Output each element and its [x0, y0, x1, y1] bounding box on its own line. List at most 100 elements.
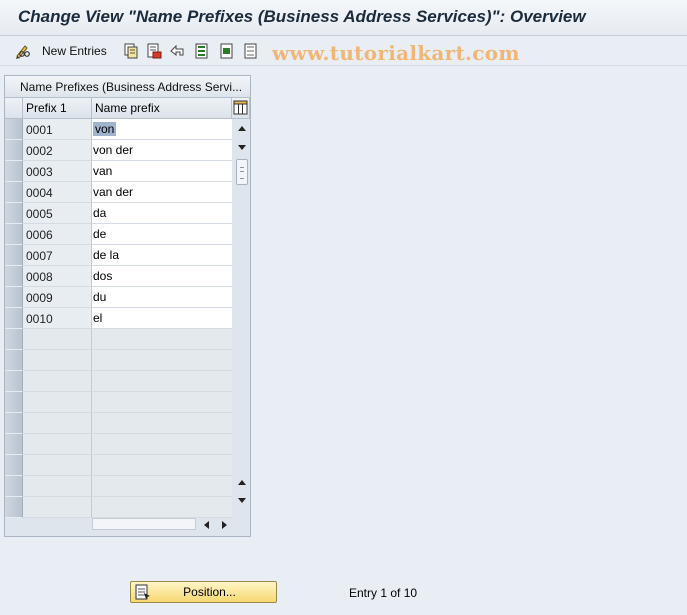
prefix-cell: 0008	[23, 266, 92, 287]
prefix-cell: 0001	[23, 119, 92, 140]
copy-icon	[122, 42, 140, 60]
name-prefix-field[interactable]: van der	[92, 182, 232, 203]
horizontal-scrollbar[interactable]	[92, 516, 232, 532]
row-selector[interactable]	[5, 476, 23, 497]
delete-button[interactable]	[145, 41, 163, 61]
table-control: Name Prefixes (Business Address Servi...…	[4, 75, 251, 537]
row-selector[interactable]	[5, 266, 23, 287]
table-settings-icon	[233, 100, 248, 115]
watermark: www.tutorialkart.com	[272, 41, 520, 65]
row-selector[interactable]	[5, 161, 23, 182]
row-selector[interactable]	[5, 434, 23, 455]
name-prefix-field[interactable]: van	[92, 161, 232, 182]
empty-cell	[23, 497, 92, 518]
name-prefix-field[interactable]: de	[92, 224, 232, 245]
name-prefix-value[interactable]: von	[93, 122, 117, 136]
table-row[interactable]: 0007 de la	[5, 245, 232, 266]
table-body: 0001 von 0002 von der 0003 van 0004 van …	[5, 119, 232, 518]
empty-cell	[92, 371, 232, 392]
column-header-name-prefix[interactable]: Name prefix	[92, 98, 232, 119]
table-settings-button[interactable]	[232, 98, 250, 119]
entry-counter: Entry 1 of 10	[349, 586, 418, 600]
empty-cell	[92, 329, 232, 350]
name-prefix-field[interactable]: el	[92, 308, 232, 329]
vertical-scrollbar[interactable]	[234, 119, 250, 507]
horizontal-scroll-track[interactable]	[92, 518, 196, 530]
empty-cell	[23, 455, 92, 476]
empty-cell	[92, 392, 232, 413]
page-title: Change View "Name Prefixes (Business Add…	[18, 7, 586, 26]
edit-glasses-icon	[14, 42, 32, 60]
scroll-left-icon[interactable]	[202, 519, 212, 529]
row-selector[interactable]	[5, 371, 23, 392]
row-selector[interactable]	[5, 455, 23, 476]
prefix-cell: 0007	[23, 245, 92, 266]
position-button[interactable]: Position...	[130, 581, 277, 603]
select-all-icon	[193, 42, 211, 60]
table-row[interactable]: 0008 dos	[5, 266, 232, 287]
undo-change-button[interactable]	[169, 41, 187, 61]
table-row[interactable]: 0002 von der	[5, 140, 232, 161]
row-selector[interactable]	[5, 182, 23, 203]
table-row[interactable]: 0006 de	[5, 224, 232, 245]
new-entries-label[interactable]: New Entries	[42, 44, 107, 58]
row-selector[interactable]	[5, 329, 23, 350]
name-prefix-field[interactable]: von der	[92, 140, 232, 161]
name-prefix-field[interactable]: von	[92, 119, 232, 140]
empty-cell	[23, 371, 92, 392]
prefix-cell: 0010	[23, 308, 92, 329]
name-prefix-field[interactable]: de la	[92, 245, 232, 266]
copy-as-button[interactable]	[122, 41, 140, 61]
row-selector[interactable]	[5, 140, 23, 161]
undo-icon	[169, 42, 187, 60]
row-selector[interactable]	[5, 392, 23, 413]
deselect-all-icon	[242, 42, 260, 60]
empty-row	[5, 350, 232, 371]
row-selector[interactable]	[5, 287, 23, 308]
select-all-rows-header[interactable]	[5, 98, 23, 119]
select-block-icon	[218, 42, 236, 60]
name-prefix-field[interactable]: da	[92, 203, 232, 224]
table-row[interactable]: 0004 van der	[5, 182, 232, 203]
row-selector[interactable]	[5, 308, 23, 329]
row-selector[interactable]	[5, 119, 23, 140]
empty-cell	[23, 329, 92, 350]
table-row[interactable]: 0009 du	[5, 287, 232, 308]
name-prefix-field[interactable]: dos	[92, 266, 232, 287]
table-row[interactable]: 0010 el	[5, 308, 232, 329]
title-bar: Change View "Name Prefixes (Business Add…	[0, 0, 687, 36]
row-selector[interactable]	[5, 413, 23, 434]
empty-row	[5, 455, 232, 476]
empty-row	[5, 392, 232, 413]
delete-icon	[145, 42, 163, 60]
edit-display-toggle-button[interactable]: New Entries	[14, 41, 107, 61]
select-all-button[interactable]	[193, 41, 211, 61]
row-selector[interactable]	[5, 350, 23, 371]
name-prefix-field[interactable]: du	[92, 287, 232, 308]
empty-cell	[23, 392, 92, 413]
scroll-up-icon[interactable]	[237, 123, 247, 133]
prefix-cell: 0002	[23, 140, 92, 161]
deselect-all-button[interactable]	[242, 41, 260, 61]
prefix-cell: 0009	[23, 287, 92, 308]
scroll-right-icon[interactable]	[219, 519, 229, 529]
empty-cell	[92, 455, 232, 476]
empty-cell	[92, 350, 232, 371]
row-selector[interactable]	[5, 203, 23, 224]
page-down-icon[interactable]	[237, 141, 247, 151]
empty-row	[5, 434, 232, 455]
table-row[interactable]: 0005 da	[5, 203, 232, 224]
page-up-icon[interactable]	[237, 477, 247, 487]
select-block-button[interactable]	[218, 41, 236, 61]
column-header-prefix[interactable]: Prefix 1	[23, 98, 92, 119]
empty-row	[5, 413, 232, 434]
row-selector[interactable]	[5, 497, 23, 518]
table-row[interactable]: 0001 von	[5, 119, 232, 140]
scrollbar-thumb[interactable]	[236, 159, 248, 185]
scroll-down-icon[interactable]	[237, 494, 247, 504]
row-selector[interactable]	[5, 224, 23, 245]
prefix-cell: 0003	[23, 161, 92, 182]
row-selector[interactable]	[5, 245, 23, 266]
empty-row	[5, 476, 232, 497]
table-row[interactable]: 0003 van	[5, 161, 232, 182]
